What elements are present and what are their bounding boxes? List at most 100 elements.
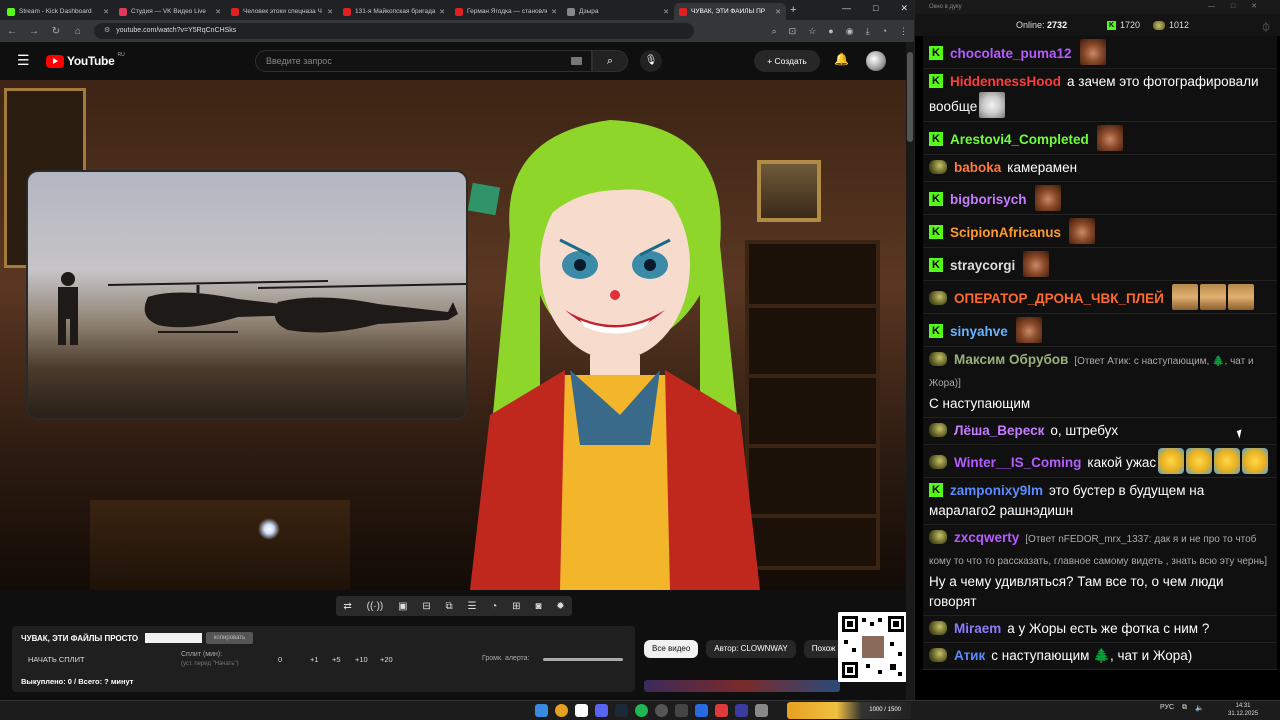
voice-search-button[interactable]: 🎙: [640, 50, 662, 72]
scrollbar-thumb[interactable]: [907, 52, 913, 142]
chat-username[interactable]: ОПЕРАТОР_ДРОНА_ЧВК_ПЛЕЙ: [954, 291, 1164, 306]
back-icon[interactable]: ←: [6, 26, 18, 37]
alert-volume-slider[interactable]: [543, 658, 623, 661]
chat-username[interactable]: ScipionAfricanus: [950, 225, 1061, 240]
minimize-icon[interactable]: —: [842, 3, 851, 14]
notes-icon[interactable]: [575, 704, 588, 717]
tab-close-icon[interactable]: ✕: [663, 8, 669, 16]
loop-icon[interactable]: ⇄: [343, 601, 351, 612]
title-field[interactable]: [145, 633, 202, 643]
more-icon[interactable]: ⋮: [899, 26, 908, 37]
camera-icon[interactable]: ◙: [535, 601, 541, 612]
start-icon[interactable]: [535, 704, 548, 717]
browser-tab[interactable]: Человек этоки спецназа Ч ✕: [226, 3, 338, 20]
browser-tab[interactable]: ЧУВАК, ЭТИ ФАЙЛЫ ПР ✕: [674, 3, 786, 20]
maximize-icon[interactable]: □: [873, 3, 878, 14]
create-button[interactable]: + Создать: [754, 50, 820, 72]
browser-tab[interactable]: 131-я Майкопская бригада ✕: [338, 3, 450, 20]
chat-username[interactable]: zamponixy9lm: [950, 483, 1043, 498]
chat-username[interactable]: Arestovi4_Completed: [950, 132, 1089, 147]
tab-close-icon[interactable]: ✕: [103, 8, 109, 16]
new-tab-button[interactable]: +: [790, 4, 796, 16]
site-info-icon[interactable]: ⚙: [104, 23, 110, 39]
chat-username[interactable]: Miraem: [954, 621, 1001, 636]
chat-settings-icon[interactable]: ⏀: [1261, 19, 1271, 34]
avatar[interactable]: [866, 51, 886, 71]
subtitles-icon[interactable]: ☰: [468, 601, 477, 612]
obs-icon[interactable]: [655, 704, 668, 717]
notifications-bell-icon[interactable]: 🔔: [834, 52, 849, 66]
search-lens-icon[interactable]: ⌕: [772, 26, 777, 37]
browser-tab[interactable]: Студия — VK Видео Live ✕: [114, 3, 226, 20]
add-icon[interactable]: ⊞: [512, 601, 520, 612]
language-indicator[interactable]: РУС: [1160, 704, 1174, 712]
pip-icon[interactable]: ⧉: [446, 601, 453, 612]
page-scrollbar[interactable]: [906, 42, 914, 700]
split-button-10[interactable]: +10: [355, 655, 368, 664]
video-player[interactable]: [0, 80, 906, 590]
youtube-logo[interactable]: YouTube RU: [46, 52, 125, 68]
chat-username[interactable]: zxcqwerty: [954, 530, 1019, 545]
chat-username[interactable]: Лёша_Вереск: [954, 423, 1044, 438]
close-icon[interactable]: ✕: [900, 3, 908, 14]
app-icon[interactable]: [675, 704, 688, 717]
chat-username[interactable]: Winter__IS_Coming: [954, 455, 1081, 470]
download-icon[interactable]: ⤓: [866, 26, 870, 37]
chat-username[interactable]: baboka: [954, 160, 1001, 175]
forward-icon[interactable]: →: [28, 26, 40, 37]
browser-tab[interactable]: Stream - Kick Dashboard ✕: [2, 3, 114, 20]
hamburger-menu-icon[interactable]: ☰: [17, 53, 31, 67]
search-button[interactable]: ⌕: [592, 50, 628, 72]
chrome-icon[interactable]: [555, 704, 568, 717]
volume-icon[interactable]: 🔈: [1195, 704, 1204, 712]
speed-icon[interactable]: ◔: [491, 601, 497, 612]
chat-window-controls[interactable]: —□✕: [1208, 0, 1273, 14]
chat-username[interactable]: bigborisych: [950, 192, 1027, 207]
tab-close-icon[interactable]: ✕: [215, 8, 221, 16]
url-field[interactable]: ⚙ youtube.com/watch?v=Y5RqCnCHSks: [94, 23, 694, 39]
chat-username[interactable]: Максим Обрубов: [954, 352, 1068, 367]
extension-icon[interactable]: ◉: [846, 26, 854, 37]
clapper-icon[interactable]: ⊟: [422, 601, 430, 612]
audio-icon[interactable]: ((·)): [367, 601, 384, 612]
chat-username[interactable]: Атик: [954, 648, 985, 663]
home-icon[interactable]: ⌂: [72, 26, 84, 37]
split-button-5[interactable]: +5: [332, 655, 341, 664]
screen-icon[interactable]: ▣: [398, 601, 407, 612]
chat-username[interactable]: chocolate_puma12: [950, 46, 1072, 61]
taskbar-promo-widget[interactable]: 1000 / 1500: [787, 702, 911, 719]
chip-all-videos[interactable]: Все видео: [644, 640, 699, 658]
browser-tab[interactable]: Дзыра ✕: [562, 3, 674, 20]
chat-username[interactable]: sinyahve: [950, 324, 1008, 339]
reload-icon[interactable]: ↻: [50, 26, 62, 37]
tab-close-icon[interactable]: ✕: [551, 8, 557, 16]
gear-icon[interactable]: ✹: [556, 601, 564, 612]
profile-icon[interactable]: ◔: [882, 26, 887, 37]
chip-author[interactable]: Автор: CLOWNWAY: [706, 640, 796, 658]
related-video-thumbnail[interactable]: [644, 680, 840, 692]
network-icon[interactable]: ⧉: [1182, 704, 1187, 712]
split-button-20[interactable]: +20: [380, 655, 393, 664]
chat-username[interactable]: straycorgi: [950, 258, 1015, 273]
copy-button[interactable]: копировать: [206, 632, 253, 644]
app-icon[interactable]: [715, 704, 728, 717]
start-split-button[interactable]: НАЧАТЬ СПЛИТ: [28, 655, 85, 664]
keyboard-icon[interactable]: [571, 57, 582, 65]
chat-username[interactable]: HiddennessHood: [950, 74, 1061, 89]
split-button-0[interactable]: 0: [278, 655, 282, 664]
install-icon[interactable]: ⊡: [789, 26, 797, 37]
search-input[interactable]: Введите запрос: [255, 50, 592, 72]
app-icon[interactable]: [735, 704, 748, 717]
spotify-icon[interactable]: [635, 704, 648, 717]
bookmark-star-icon[interactable]: ☆: [808, 26, 816, 37]
split-button-1[interactable]: +1: [310, 655, 319, 664]
tab-close-icon[interactable]: ✕: [775, 8, 781, 16]
steam-icon[interactable]: [615, 704, 628, 717]
browser-tab[interactable]: Герман Ягодка — становле ✕: [450, 3, 562, 20]
app-icon[interactable]: [695, 704, 708, 717]
clock[interactable]: 14:31 31.12.2025: [1228, 702, 1258, 718]
tab-close-icon[interactable]: ✕: [439, 8, 445, 16]
discord-icon[interactable]: [595, 704, 608, 717]
tab-close-icon[interactable]: ✕: [327, 8, 333, 16]
extension-icon[interactable]: ●: [828, 26, 833, 37]
